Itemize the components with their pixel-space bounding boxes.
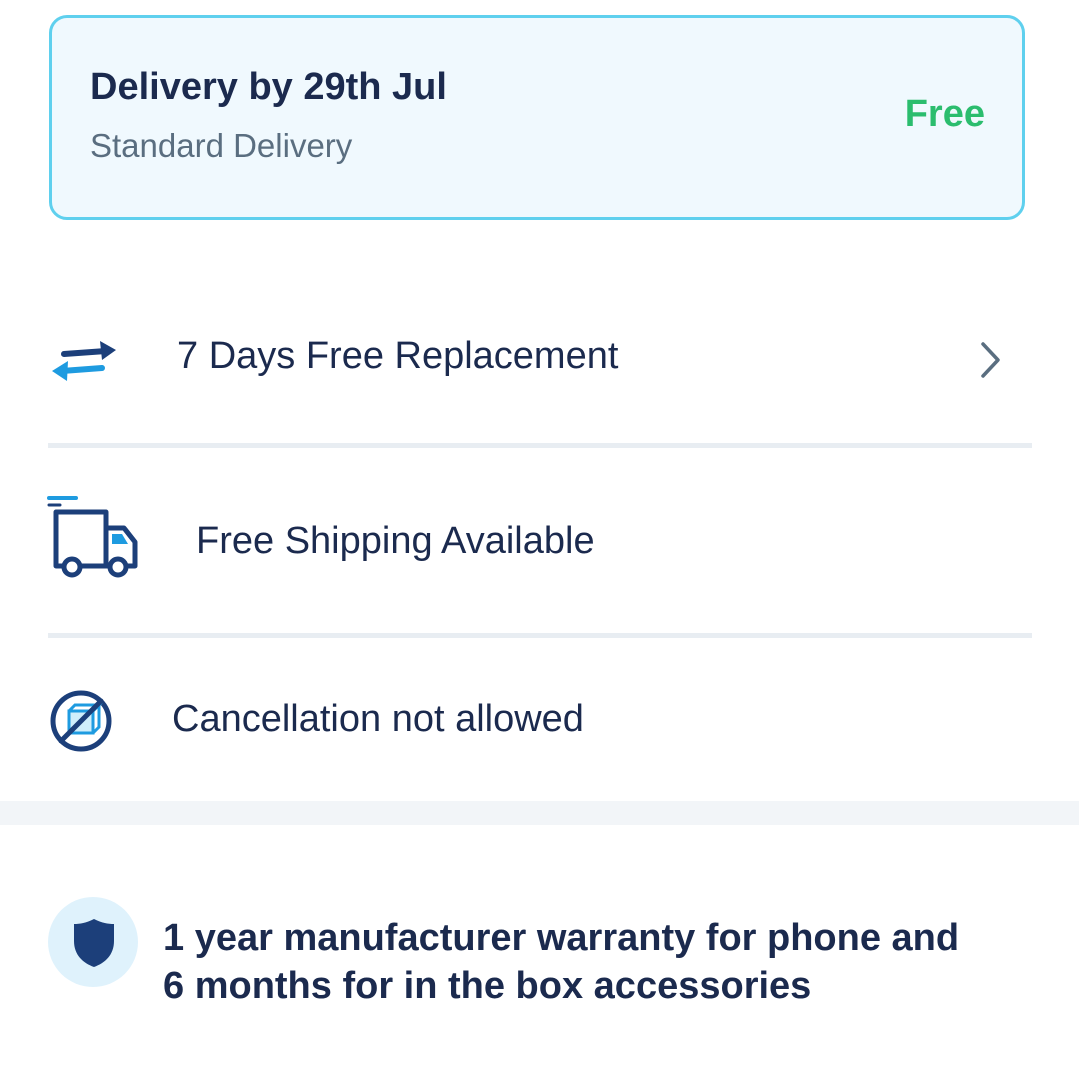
replacement-policy-label: 7 Days Free Replacement bbox=[177, 335, 619, 377]
cancellation-label: Cancellation not allowed bbox=[172, 698, 584, 740]
delivery-card[interactable]: Delivery by 29th Jul Standard Delivery F… bbox=[49, 15, 1025, 220]
shield-icon bbox=[74, 919, 114, 967]
delivery-price-label: Free bbox=[904, 93, 985, 135]
delivery-date-title: Delivery by 29th Jul bbox=[90, 66, 447, 108]
shipping-row: Free Shipping Available bbox=[0, 490, 1079, 590]
chevron-right-icon[interactable] bbox=[978, 340, 1004, 380]
divider bbox=[48, 443, 1032, 448]
divider bbox=[48, 633, 1032, 638]
delivery-truck-icon bbox=[47, 496, 138, 578]
replacement-policy-row[interactable]: 7 Days Free Replacement bbox=[0, 318, 1079, 408]
warranty-line-1: 1 year manufacturer warranty for phone a… bbox=[163, 917, 960, 959]
warranty-line-2: 6 months for in the box accessories bbox=[163, 965, 812, 1007]
cancellation-row: Cancellation not allowed bbox=[0, 680, 1079, 770]
shipping-label: Free Shipping Available bbox=[196, 520, 595, 562]
section-separator bbox=[0, 801, 1079, 825]
warranty-text: 1 year manufacturer warranty for phone a… bbox=[163, 914, 1043, 1010]
warranty-badge bbox=[48, 897, 138, 987]
delivery-info-page: Delivery by 29th Jul Standard Delivery F… bbox=[0, 0, 1079, 1080]
delivery-type-label: Standard Delivery bbox=[90, 127, 353, 164]
exchange-arrows-icon bbox=[52, 341, 116, 381]
no-cancellation-icon bbox=[50, 690, 112, 752]
